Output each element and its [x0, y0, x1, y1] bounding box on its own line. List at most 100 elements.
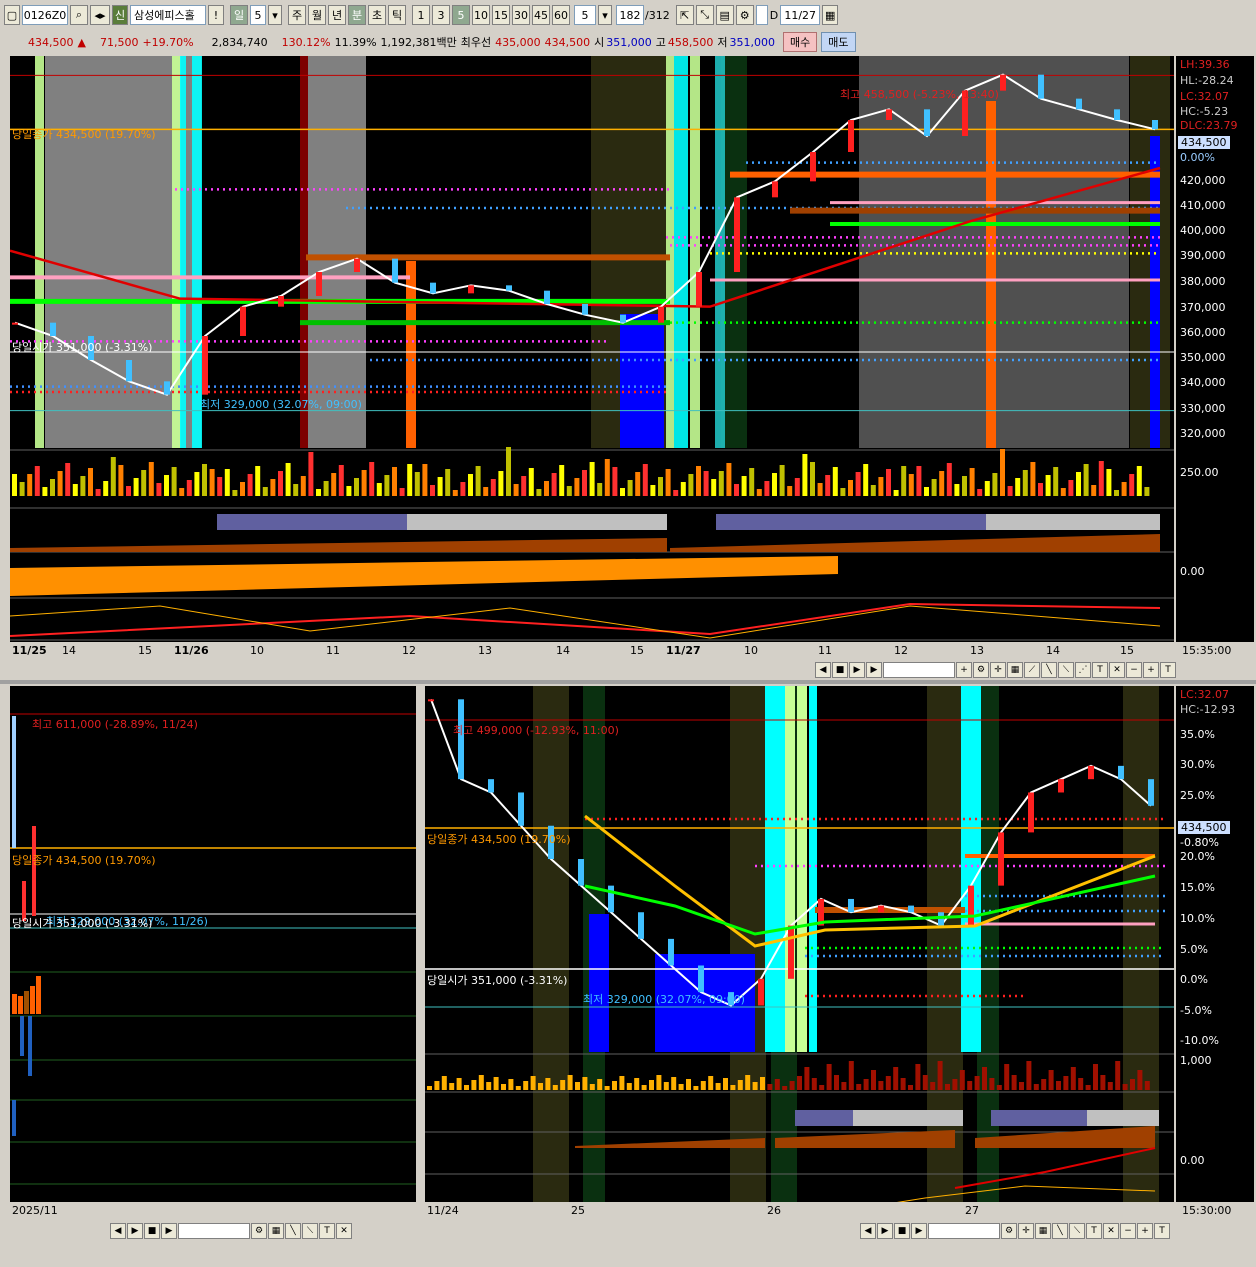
trend-tool-icon[interactable]: ⟍ [302, 1223, 318, 1239]
calendar-icon[interactable]: ▦ [822, 5, 839, 25]
volume-bar [680, 482, 686, 496]
tools-icon[interactable]: ⤡ [695, 5, 714, 25]
text-tool-icon[interactable]: T [1086, 1223, 1102, 1239]
play-button[interactable]: ▶ [911, 1223, 927, 1239]
toolbar: ▢ 0126Z0 ⌕ ◂▸ 신 삼성에피스홀 ! 일 5 ▾ 주 월 년 분 초… [0, 2, 1256, 28]
minus-icon[interactable]: − [1126, 662, 1142, 678]
line-tool-icon[interactable]: ╲ [1052, 1223, 1068, 1239]
play-button[interactable]: ▶ [866, 662, 882, 678]
interval-30-button[interactable]: 30 [512, 5, 530, 25]
count-field[interactable]: 182 [616, 5, 644, 25]
scroll-left-button[interactable]: ◀ [860, 1223, 876, 1239]
text-size-icon[interactable]: T [1154, 1223, 1170, 1239]
drawing-tool-icon[interactable]: ⟋ [1024, 662, 1040, 678]
scroll-right-button[interactable]: ▶ [127, 1223, 143, 1239]
period-minute-button[interactable]: 분 [348, 5, 366, 25]
highlight-bar [666, 56, 674, 448]
chevron-down-icon[interactable]: ▾ [598, 5, 612, 25]
badge-hc: HC:-5.23 [1180, 105, 1229, 118]
volume-bar [1091, 485, 1097, 496]
settings-icon[interactable]: ⚙ [1001, 1223, 1017, 1239]
plus-icon[interactable]: + [1137, 1223, 1153, 1239]
chevron-down-icon[interactable]: ▾ [268, 5, 282, 25]
trend-tool-icon[interactable]: ⟍ [1069, 1223, 1085, 1239]
text-size-icon[interactable]: T [1160, 662, 1176, 678]
trend-tool-icon[interactable]: ⟍ [1058, 662, 1074, 678]
settings-icon[interactable]: ⚙ [251, 1223, 267, 1239]
tick-value-field[interactable]: 5 [574, 5, 596, 25]
zoom-slider[interactable] [883, 662, 955, 678]
warning-button[interactable]: ! [208, 5, 224, 25]
volume-bar [361, 470, 367, 496]
period-year-button[interactable]: 년 [328, 5, 346, 25]
grid-icon[interactable]: ▦ [268, 1223, 284, 1239]
volume-bar [434, 1081, 440, 1090]
delete-tool-icon[interactable]: ✕ [1103, 1223, 1119, 1239]
search-icon[interactable]: ⌕ [70, 5, 88, 25]
scroll-right-button[interactable]: ▶ [877, 1223, 893, 1239]
candle [908, 905, 914, 913]
zoom-in-icon[interactable]: + [956, 662, 972, 678]
text-tool-icon[interactable]: T [319, 1223, 335, 1239]
cursor-icon[interactable]: ⇱ [675, 5, 694, 25]
save-icon[interactable]: ▤ [715, 5, 734, 25]
volume-bar [545, 1078, 551, 1090]
scroll-left-button[interactable]: ◀ [110, 1223, 126, 1239]
scroll-right-button[interactable]: ▶ [849, 662, 865, 678]
volume-bar [354, 478, 359, 496]
zoom-slider[interactable] [178, 1223, 250, 1239]
volume-bar [967, 1081, 973, 1090]
prev-next-icon[interactable]: ◂▸ [90, 5, 110, 25]
volume-bar [1015, 478, 1021, 496]
stop-button[interactable]: ■ [144, 1223, 160, 1239]
interval-45-button[interactable]: 45 [532, 5, 550, 25]
period-month-button[interactable]: 월 [308, 5, 326, 25]
crosshair-icon[interactable]: ✛ [1018, 1223, 1034, 1239]
sell-button[interactable]: 매도 [821, 32, 856, 52]
zoom-slider[interactable] [928, 1223, 1000, 1239]
grid-icon[interactable]: ▦ [1035, 1223, 1051, 1239]
stop-button[interactable]: ■ [832, 662, 848, 678]
period-second-button[interactable]: 초 [368, 5, 386, 25]
crosshair-icon[interactable]: ✛ [990, 662, 1006, 678]
code-input[interactable]: 0126Z0 [22, 5, 68, 25]
interval-60-button[interactable]: 60 [552, 5, 570, 25]
interval-10-button[interactable]: 10 [472, 5, 490, 25]
volume-bar [772, 473, 777, 496]
play-button[interactable]: ▶ [161, 1223, 177, 1239]
line-tool-icon[interactable]: ╲ [285, 1223, 301, 1239]
period-value-field[interactable]: 5 [250, 5, 266, 25]
stock-name-field[interactable]: 삼성에피스홀 [130, 5, 206, 25]
volume-bar [612, 1081, 617, 1090]
minus-icon[interactable]: − [1120, 1223, 1136, 1239]
interval-3-button[interactable]: 3 [432, 5, 450, 25]
text-tool-icon[interactable]: T [1092, 662, 1108, 678]
period-tick-button[interactable]: 틱 [388, 5, 406, 25]
stop-button[interactable]: ■ [894, 1223, 910, 1239]
fibo-tool-icon[interactable]: ⋰ [1075, 662, 1091, 678]
delete-tool-icon[interactable]: ✕ [1109, 662, 1125, 678]
scroll-left-button[interactable]: ◀ [815, 662, 831, 678]
layout-icon[interactable]: ▢ [4, 5, 20, 25]
gear-icon[interactable]: ⚙ [735, 5, 754, 25]
volume-bar [437, 477, 443, 496]
x-tick-label: 10 [250, 644, 264, 657]
splitter[interactable] [0, 680, 1256, 684]
interval-1-button[interactable]: 1 [412, 5, 430, 25]
date-checkbox[interactable] [755, 5, 768, 25]
top-chart[interactable]: 최고 458,500 (-5.23%, 13:40) 당일종가 434,500 … [10, 56, 1174, 642]
line-tool-icon[interactable]: ╲ [1041, 662, 1057, 678]
date-field[interactable]: 11/27 [780, 5, 821, 25]
interval-15-button[interactable]: 15 [492, 5, 510, 25]
period-week-button[interactable]: 주 [288, 5, 306, 25]
y-tick: 5.0% [1180, 943, 1208, 956]
buy-button[interactable]: 매수 [783, 32, 818, 52]
grid-icon[interactable]: ▦ [1007, 662, 1023, 678]
plus-icon[interactable]: + [1143, 662, 1159, 678]
settings-icon[interactable]: ⚙ [973, 662, 989, 678]
delete-tool-icon[interactable]: ✕ [336, 1223, 352, 1239]
bottom-left-chart[interactable]: 최고 611,000 (-28.89%, 11/24) 당일종가 434,500… [10, 686, 416, 1202]
bottom-right-chart[interactable]: 최고 499,000 (-12.93%, 11:00) 당일종가 434,500… [425, 686, 1174, 1202]
interval-5-button[interactable]: 5 [452, 5, 470, 25]
period-day-button[interactable]: 일 [230, 5, 248, 25]
